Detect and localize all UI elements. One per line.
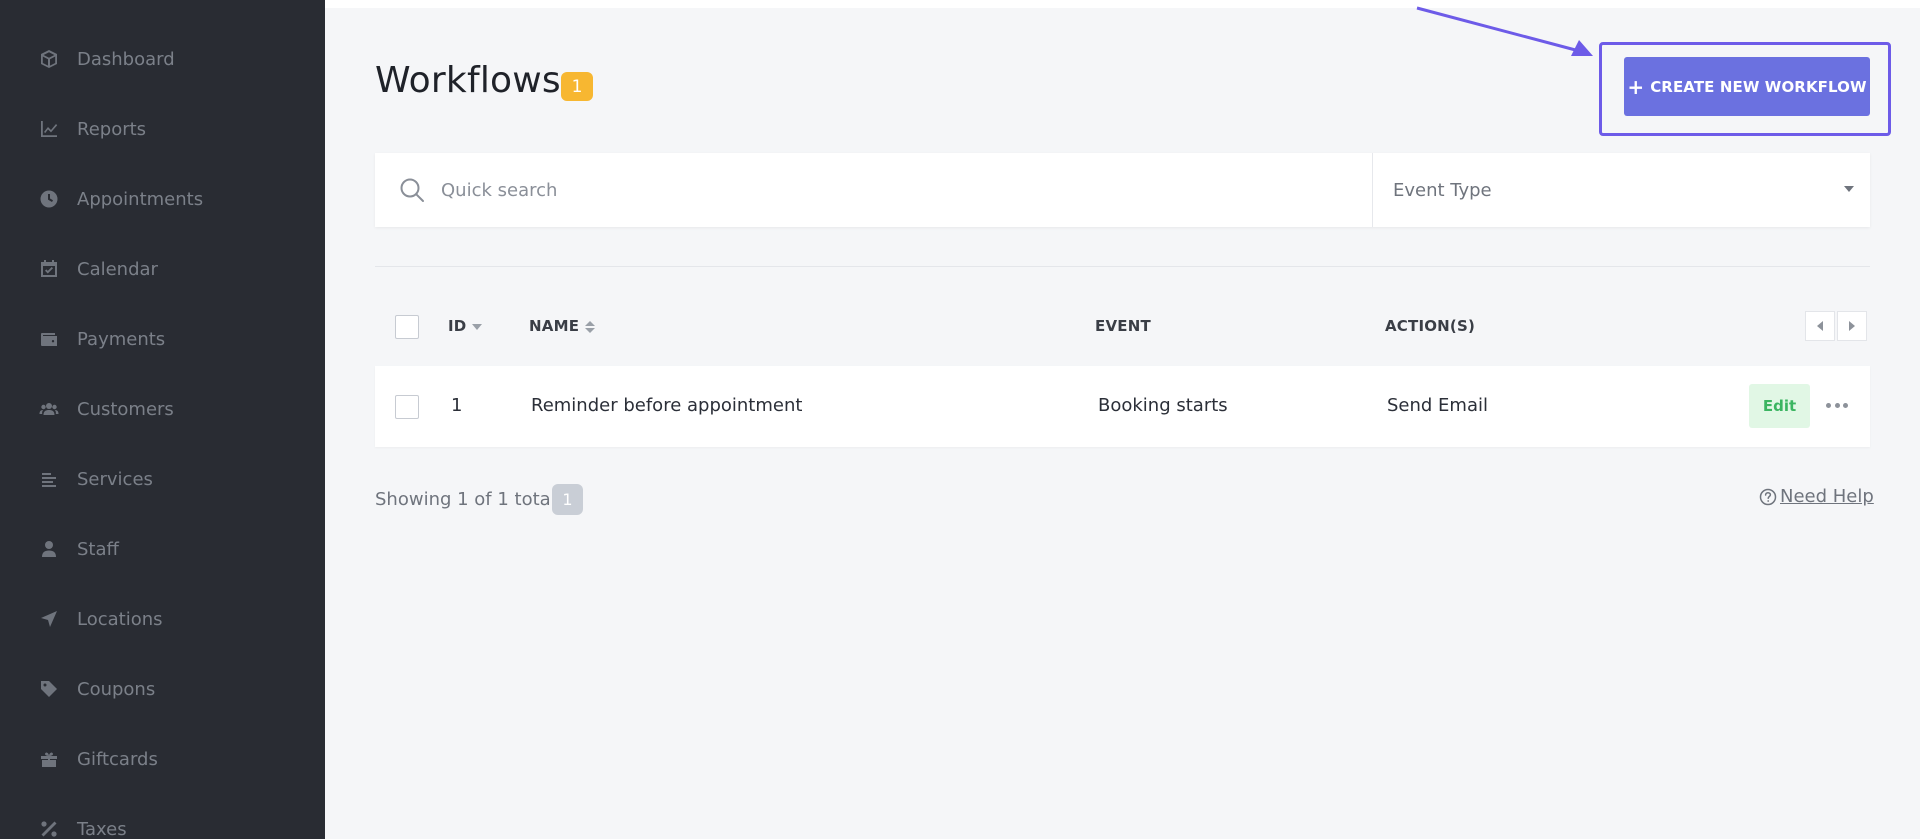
- page-number-button[interactable]: 1: [552, 484, 583, 515]
- sidebar-item-label: Locations: [77, 608, 163, 630]
- count-badge: 1: [561, 72, 593, 101]
- sidebar-item-services[interactable]: Services: [0, 454, 325, 504]
- divider: [375, 266, 1870, 267]
- percent-icon: [38, 818, 60, 839]
- sidebar-item-customers[interactable]: Customers: [0, 384, 325, 434]
- table-header: ID NAME EVENT ACTION(S): [375, 305, 1870, 349]
- column-label: ID: [448, 317, 467, 335]
- sidebar-item-label: Appointments: [77, 188, 204, 210]
- chart-line-icon: [38, 118, 60, 140]
- sort-desc-icon: [472, 323, 483, 330]
- sidebar-item-coupons[interactable]: Coupons: [0, 664, 325, 714]
- need-help-label: Need Help: [1780, 486, 1874, 507]
- sidebar-item-payments[interactable]: Payments: [0, 314, 325, 364]
- row-checkbox[interactable]: [395, 395, 419, 419]
- pagination-summary: Showing 1 of 1 total: [375, 489, 556, 510]
- sidebar-item-label: Staff: [77, 538, 119, 560]
- scroll-left-button[interactable]: [1805, 311, 1835, 341]
- chevron-left-icon: [1817, 321, 1823, 331]
- sidebar-item-label: Dashboard: [77, 48, 175, 70]
- sidebar-item-label: Services: [77, 468, 153, 490]
- sidebar-item-label: Customers: [77, 398, 174, 420]
- cell-id: 1: [451, 395, 463, 416]
- column-header-id[interactable]: ID: [448, 317, 483, 335]
- cell-actions: Send Email: [1387, 395, 1488, 416]
- list-icon: [38, 468, 60, 490]
- search-input[interactable]: [441, 171, 1341, 209]
- sidebar-item-calendar[interactable]: Calendar: [0, 244, 325, 294]
- more-options-icon[interactable]: [1826, 395, 1848, 415]
- plus-icon: +: [1627, 74, 1645, 99]
- calendar-check-icon: [38, 258, 60, 280]
- cell-event: Booking starts: [1098, 395, 1228, 416]
- search-icon: [400, 178, 424, 202]
- edit-button[interactable]: Edit: [1749, 384, 1810, 428]
- sidebar-item-appointments[interactable]: Appointments: [0, 174, 325, 224]
- cube-icon: [38, 48, 60, 70]
- sidebar-item-staff[interactable]: Staff: [0, 524, 325, 574]
- event-type-placeholder: Event Type: [1393, 179, 1492, 201]
- cell-name: Reminder before appointment: [531, 395, 803, 416]
- event-type-select[interactable]: Event Type: [1373, 153, 1870, 227]
- sidebar-item-label: Payments: [77, 328, 166, 350]
- create-new-workflow-button[interactable]: + CREATE NEW WORKFLOW: [1624, 57, 1870, 116]
- sidebar-item-label: Calendar: [77, 258, 158, 280]
- page-title: Workflows: [375, 60, 561, 101]
- sidebar-item-locations[interactable]: Locations: [0, 594, 325, 644]
- column-header-actions: ACTION(S): [1385, 317, 1476, 335]
- clock-icon: [38, 188, 60, 210]
- sidebar-item-dashboard[interactable]: Dashboard: [0, 34, 325, 84]
- wallet-icon: [38, 328, 60, 350]
- sidebar-item-label: Coupons: [77, 678, 156, 700]
- filter-bar: Event Type: [375, 153, 1870, 227]
- column-label: NAME: [529, 317, 580, 335]
- gift-icon: [38, 748, 60, 770]
- sidebar-item-label: Taxes: [77, 818, 127, 839]
- sidebar-item-giftcards[interactable]: Giftcards: [0, 734, 325, 784]
- chevron-right-icon: [1849, 321, 1855, 331]
- select-all-checkbox[interactable]: [395, 315, 419, 339]
- users-icon: [38, 398, 60, 420]
- sort-icon: [585, 320, 596, 333]
- scroll-right-button[interactable]: [1837, 311, 1867, 341]
- sidebar: Dashboard Reports Appointments Calendar …: [0, 0, 325, 839]
- column-header-name[interactable]: NAME: [529, 317, 596, 335]
- top-bar: [325, 0, 1920, 8]
- question-circle-icon: [1759, 488, 1777, 505]
- table-row[interactable]: 1 Reminder before appointment Booking st…: [375, 366, 1870, 447]
- sidebar-item-label: Giftcards: [77, 748, 158, 770]
- column-header-event: EVENT: [1095, 317, 1151, 335]
- create-button-label: CREATE NEW WORKFLOW: [1650, 77, 1867, 96]
- location-arrow-icon: [38, 608, 60, 630]
- user-icon: [38, 538, 60, 560]
- tag-icon: [38, 678, 60, 700]
- sidebar-item-taxes[interactable]: Taxes: [0, 804, 325, 839]
- sidebar-item-reports[interactable]: Reports: [0, 104, 325, 154]
- annotation-arrow-icon: [1416, 6, 1593, 56]
- chevron-down-icon: [1844, 186, 1854, 192]
- need-help-link[interactable]: Need Help: [1759, 486, 1874, 507]
- sidebar-item-label: Reports: [77, 118, 147, 140]
- main-content: Workflows 1 + CREATE NEW WORKFLOW Event …: [325, 0, 1920, 839]
